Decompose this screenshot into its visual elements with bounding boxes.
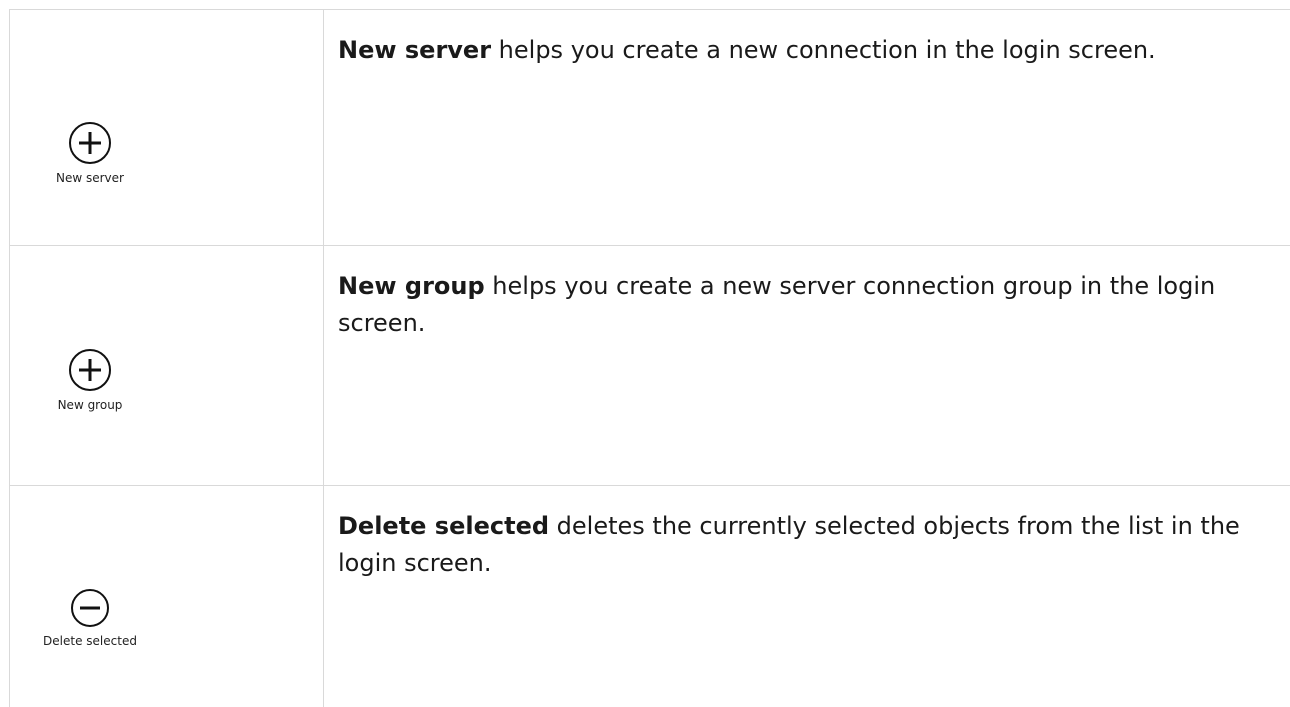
description-cell: Delete selected deletes the currently se…: [323, 485, 1290, 707]
feature-title: New server: [338, 36, 492, 64]
plus-circle-icon: [69, 349, 111, 391]
feature-title: Delete selected: [338, 512, 550, 540]
new-group-button[interactable]: New group: [10, 348, 170, 412]
table-row: New group New group helps you create a n…: [9, 245, 1290, 486]
description-text: New group helps you create a new server …: [338, 268, 1278, 342]
description-cell: New group helps you create a new server …: [323, 245, 1290, 486]
icon-label: New server: [56, 171, 124, 185]
table-row: New server New server helps you create a…: [9, 9, 1290, 246]
description-cell: New server helps you create a new connec…: [323, 9, 1290, 246]
icon-label: Delete selected: [43, 634, 137, 648]
description-text: Delete selected deletes the currently se…: [338, 508, 1278, 582]
table-row: Delete selected Delete selected deletes …: [9, 485, 1290, 707]
icon-cell: Delete selected: [9, 485, 324, 707]
feature-title: New group: [338, 272, 485, 300]
minus-circle-icon: [71, 589, 109, 627]
delete-selected-button[interactable]: Delete selected: [10, 588, 170, 648]
icon-cell: New server: [9, 9, 324, 246]
icon-cell: New group: [9, 245, 324, 486]
description-text: New server helps you create a new connec…: [338, 32, 1278, 69]
feature-description: helps you create a new connection in the…: [491, 36, 1156, 64]
icon-label: New group: [57, 398, 123, 412]
plus-circle-icon: [69, 122, 111, 164]
new-server-button[interactable]: New server: [10, 121, 170, 185]
feature-table: New server New server helps you create a…: [9, 9, 1290, 707]
